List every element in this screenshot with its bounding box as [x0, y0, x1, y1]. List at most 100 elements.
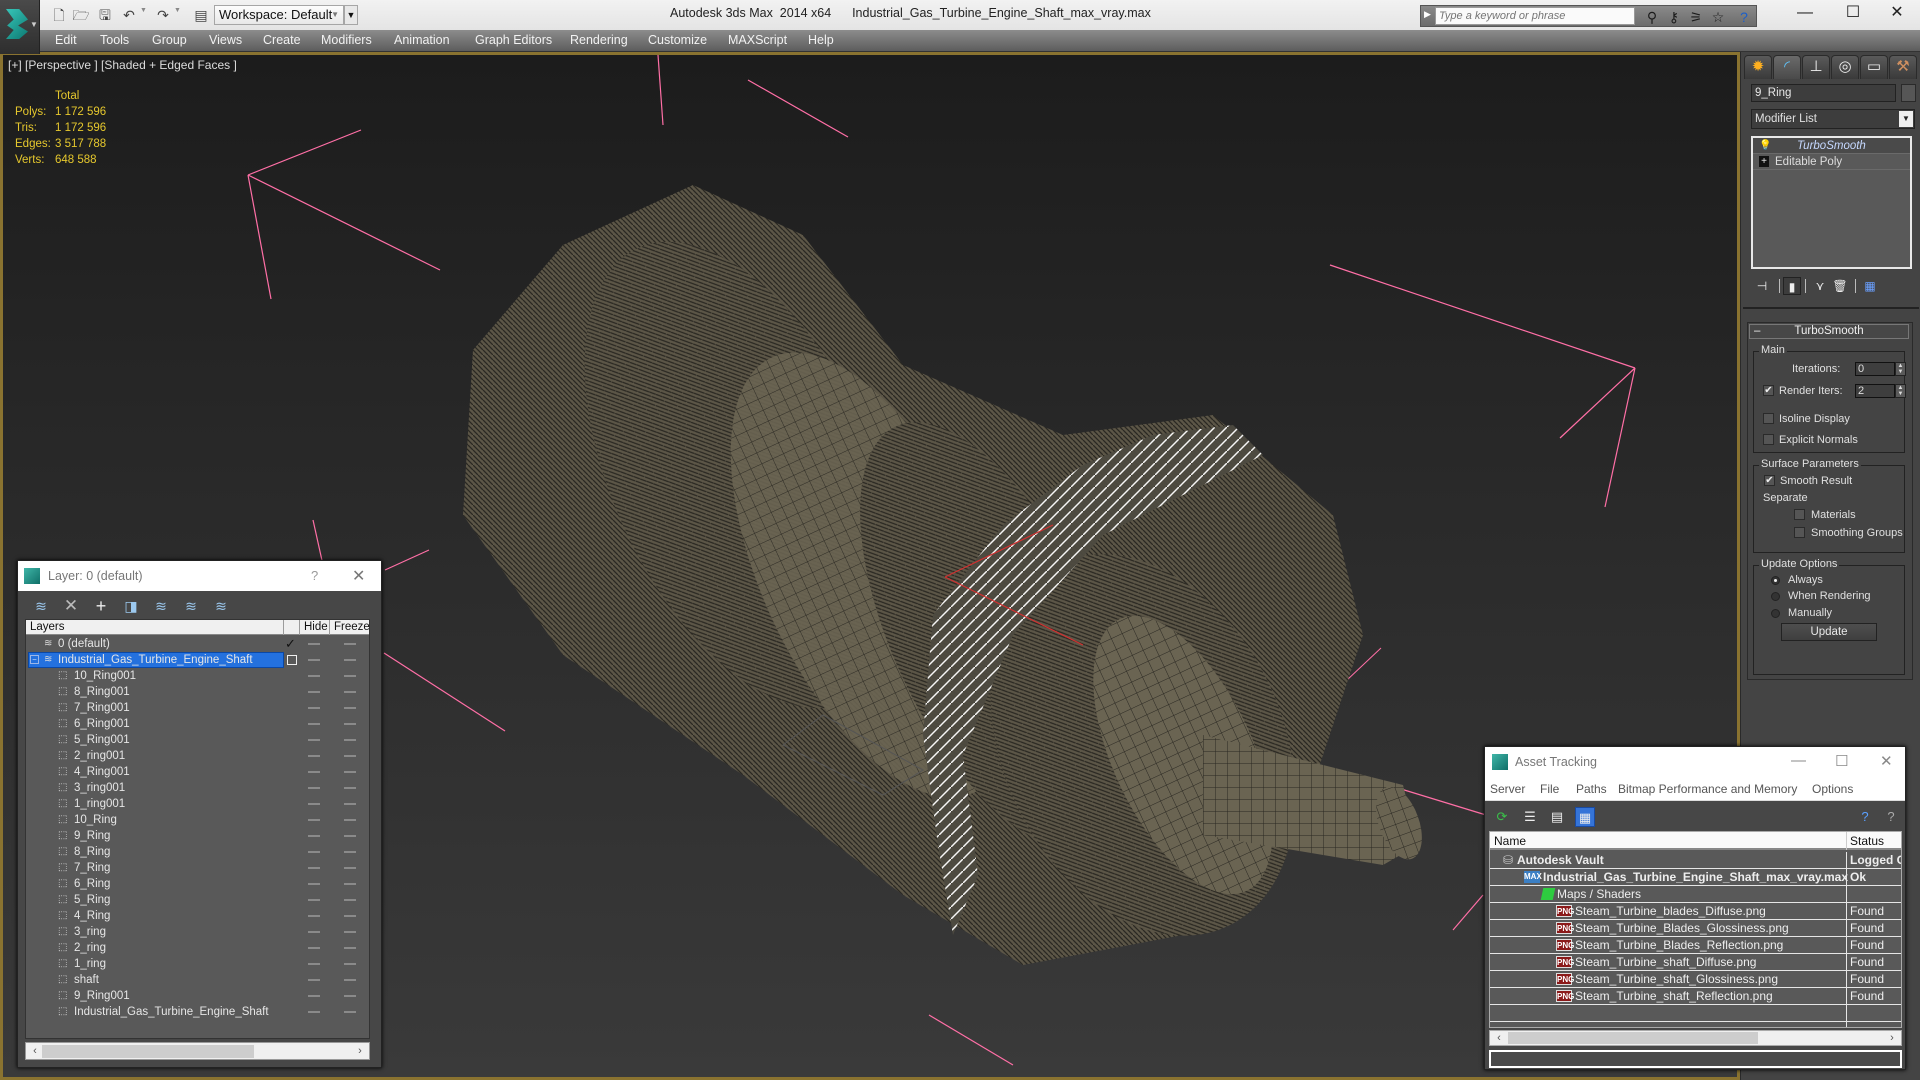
asset-row[interactable]: ⛁ Autodesk Vault Logged O [1490, 852, 1901, 869]
close-button[interactable]: ✕ [1874, 0, 1920, 28]
hide-toggle[interactable] [308, 691, 320, 693]
layer-row[interactable]: ⬚ 5_Ring [26, 892, 369, 908]
freeze-toggle[interactable] [344, 659, 356, 661]
col-status[interactable]: Status [1850, 834, 1884, 848]
redo-icon[interactable]: ↷ [154, 6, 172, 24]
hierarchy-tab[interactable]: ⊥ [1802, 55, 1830, 79]
layer-row[interactable]: ⬚ 1_ring001 [26, 796, 369, 812]
hide-toggle[interactable] [308, 739, 320, 741]
hide-toggle[interactable] [308, 947, 320, 949]
hide-toggle[interactable] [308, 963, 320, 965]
freeze-toggle[interactable] [344, 947, 356, 949]
current-layer-check-icon[interactable]: ✓ [285, 636, 296, 652]
customize-quick-access-button[interactable]: ▼ [344, 5, 358, 25]
menu-options[interactable]: Options [1812, 782, 1853, 796]
menu-customize[interactable]: Customize [648, 33, 707, 47]
minimize-button[interactable]: — [1791, 752, 1806, 769]
asset-row[interactable]: PNG Steam_Turbine_blades_Diffuse.png Found [1490, 903, 1901, 920]
smoothing-groups-checkbox[interactable] [1794, 527, 1805, 538]
layer-row[interactable]: ⬚ 8_Ring [26, 844, 369, 860]
layer-row[interactable]: ⬚ 7_Ring001 [26, 700, 369, 716]
iterations-spinner[interactable] [1855, 362, 1895, 376]
select-objects-icon[interactable]: ◨ [121, 596, 141, 616]
col-freeze[interactable]: Freeze [330, 620, 369, 635]
menu-server[interactable]: Server [1490, 782, 1525, 796]
menu-create[interactable]: Create [263, 33, 301, 47]
modify-tab[interactable]: ◜ [1773, 55, 1801, 79]
motion-tab[interactable]: ◎ [1831, 55, 1859, 79]
asset-row[interactable]: MAX Industrial_Gas_Turbine_Engine_Shaft_m… [1490, 869, 1901, 886]
scrollbar-thumb[interactable] [42, 1045, 254, 1058]
menu-file[interactable]: File [1540, 782, 1559, 796]
layer-row[interactable]: ⬚ Industrial_Gas_Turbine_Engine_Shaft [26, 1004, 369, 1020]
asset-row[interactable]: PNG Steam_Turbine_Blades_Reflection.png Fo… [1490, 937, 1901, 954]
radio-manually[interactable] [1771, 609, 1780, 618]
freeze-toggle[interactable] [344, 1011, 356, 1013]
smooth-result-checkbox[interactable]: ✔ [1764, 475, 1775, 486]
key-icon[interactable]: ⚷ [1665, 8, 1683, 26]
col-current[interactable] [284, 620, 300, 635]
hide-toggle[interactable] [308, 755, 320, 757]
menu-group[interactable]: Group [152, 33, 187, 47]
freeze-toggle[interactable] [344, 867, 356, 869]
layer-row[interactable]: ⬚ 4_Ring001 [26, 764, 369, 780]
spinner-arrows-icon[interactable]: ▲ ▼ [1895, 362, 1906, 376]
hide-toggle[interactable] [308, 675, 320, 677]
layer-row[interactable]: ⬚ 4_Ring [26, 908, 369, 924]
undo-icon[interactable]: ↶ [120, 6, 138, 24]
asset-row[interactable]: Maps / Shaders [1490, 886, 1901, 903]
menu-bitmap-performance[interactable]: Bitmap Performance and Memory [1618, 782, 1797, 796]
layer-row[interactable]: ⬚ 5_Ring001 [26, 732, 369, 748]
materials-checkbox[interactable] [1794, 509, 1805, 520]
new-file-icon[interactable]: 🗋 [50, 6, 68, 24]
layer-row[interactable]: ⬚ 6_Ring001 [26, 716, 369, 732]
freeze-toggle[interactable] [344, 851, 356, 853]
hide-toggle[interactable] [308, 883, 320, 885]
dialog-title-bar[interactable]: Layer: 0 (default) ? ✕ [18, 561, 381, 591]
freeze-toggle[interactable] [344, 755, 356, 757]
lightbulb-icon[interactable]: 💡 [1759, 140, 1771, 151]
asset-row[interactable]: PNG Steam_Turbine_shaft_Reflection.png Fou… [1490, 988, 1901, 1005]
layer-row[interactable]: ⬚ 2_ring [26, 940, 369, 956]
set-current-layer-box[interactable] [287, 655, 297, 665]
freeze-toggle[interactable] [344, 963, 356, 965]
hide-toggle[interactable] [308, 787, 320, 789]
search-input[interactable] [1435, 7, 1635, 25]
configure-sets-icon[interactable]: ▦ [1861, 277, 1879, 295]
help-button[interactable]: ? [311, 568, 318, 583]
freeze-toggle[interactable] [344, 707, 356, 709]
hide-toggle[interactable] [308, 1011, 320, 1013]
expand-plus-icon[interactable]: + [1759, 156, 1769, 167]
scroll-right-icon[interactable]: › [1885, 1030, 1899, 1046]
layer-row[interactable]: ⬚ 3_ring001 [26, 780, 369, 796]
display-tab[interactable]: ▭ [1860, 55, 1888, 79]
menu-tools[interactable]: Tools [100, 33, 129, 47]
menu-views[interactable]: Views [209, 33, 242, 47]
hide-toggle[interactable] [308, 979, 320, 981]
show-end-result-icon[interactable]: ▮ [1783, 277, 1801, 295]
freeze-toggle[interactable] [344, 835, 356, 837]
modifier-list-dropdown[interactable]: Modifier List ▼ [1751, 109, 1915, 129]
object-name-field[interactable] [1751, 84, 1896, 102]
spinner-arrows-icon[interactable]: ▲ ▼ [1895, 384, 1906, 398]
freeze-toggle[interactable] [344, 995, 356, 997]
freeze-toggle[interactable] [344, 931, 356, 933]
layer-row[interactable]: ⬚ 9_Ring001 [26, 988, 369, 1004]
col-hide[interactable]: Hide [300, 620, 330, 635]
remove-modifier-icon[interactable]: 🗑 [1831, 277, 1849, 295]
asset-row[interactable]: PNG Steam_Turbine_shaft_Diffuse.png Found [1490, 954, 1901, 971]
menu-help[interactable]: Help [808, 33, 834, 47]
save-icon[interactable]: 🖫 [96, 6, 114, 24]
scroll-right-icon[interactable]: › [353, 1043, 367, 1059]
hide-toggle[interactable] [308, 643, 320, 645]
stack-item-editable-poly[interactable]: + Editable Poly [1753, 154, 1910, 170]
layer-row[interactable]: − ≋ Industrial_Gas_Turbine_Engine_Shaft [26, 652, 369, 668]
hide-toggle[interactable] [308, 771, 320, 773]
freeze-toggle[interactable] [344, 691, 356, 693]
freeze-toggle[interactable] [344, 803, 356, 805]
layer-row[interactable]: ⬚ 1_ring [26, 956, 369, 972]
vault-help-icon[interactable]: ? [1855, 807, 1875, 827]
close-button[interactable]: ✕ [352, 566, 365, 586]
create-layer-icon[interactable]: ≋ [31, 596, 51, 616]
freeze-toggle[interactable] [344, 739, 356, 741]
